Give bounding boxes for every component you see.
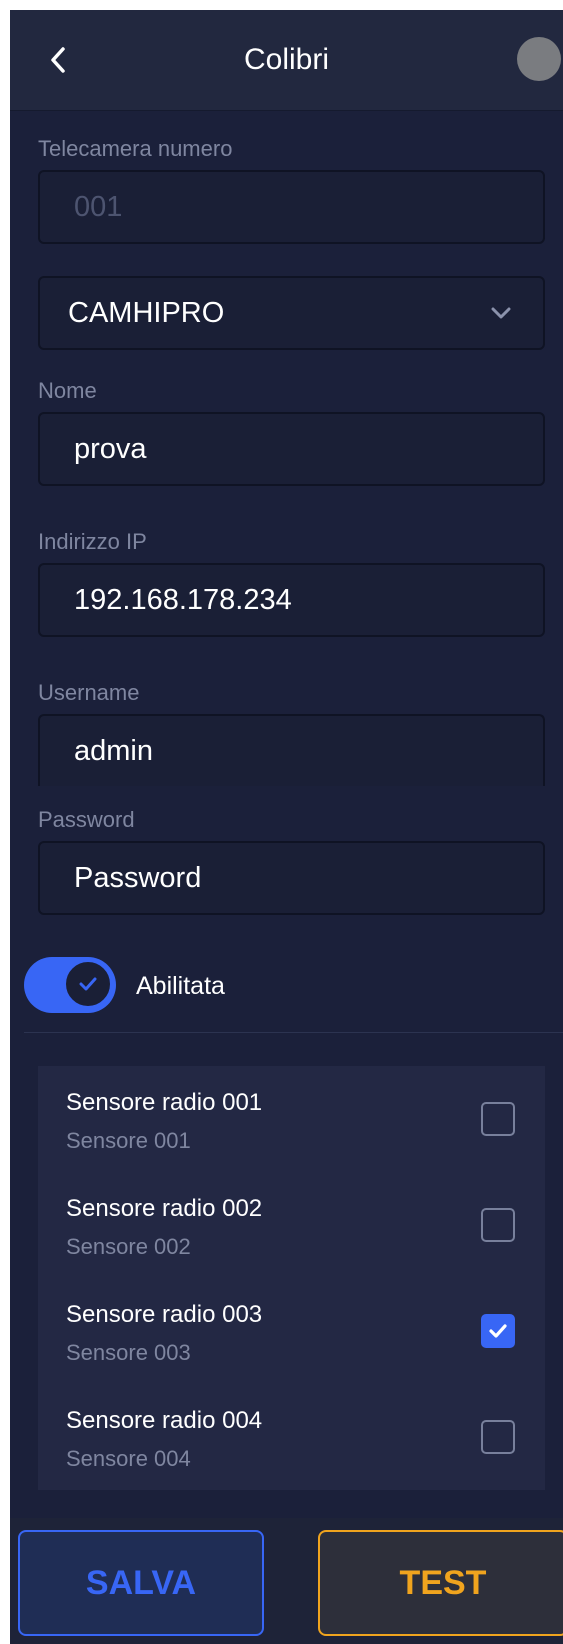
sensor-checkbox[interactable] xyxy=(481,1102,515,1136)
sensor-subtitle: Sensore 003 xyxy=(66,1340,191,1365)
page-title: Colibri xyxy=(243,43,330,76)
username-field[interactable]: admin xyxy=(38,714,545,786)
sensor-item[interactable]: Sensore radio 004 Sensore 004 xyxy=(38,1384,545,1490)
sensor-name: Sensore radio 002 xyxy=(66,1195,263,1222)
avatar[interactable] xyxy=(517,37,561,81)
check-icon xyxy=(489,1324,507,1338)
name-field[interactable]: prova xyxy=(38,412,545,486)
sensor-checkbox[interactable] xyxy=(481,1420,515,1454)
toggle-knob xyxy=(64,960,112,1008)
ip-field[interactable]: 192.168.178.234 xyxy=(38,563,545,637)
sensor-item[interactable]: Sensore radio 002 Sensore 002 xyxy=(38,1172,545,1278)
sensor-checkbox[interactable] xyxy=(481,1314,515,1348)
password-label: Password xyxy=(38,807,135,832)
username-label: Username xyxy=(38,680,140,705)
test-button[interactable]: TEST xyxy=(318,1530,563,1636)
enabled-label: Abilitata xyxy=(136,972,225,1000)
password-field[interactable]: Password xyxy=(38,841,545,915)
sensor-name: Sensore radio 003 xyxy=(66,1301,263,1328)
sensor-subtitle: Sensore 001 xyxy=(66,1128,191,1153)
divider xyxy=(24,1032,563,1033)
sensor-checkbox[interactable] xyxy=(481,1208,515,1242)
camera-model-select[interactable]: CAMHIPRO xyxy=(38,276,545,350)
ip-label: Indirizzo IP xyxy=(38,529,147,554)
sensor-item[interactable]: Sensore radio 001 Sensore 001 xyxy=(38,1066,545,1172)
app-screen: Colibri Telecamera numero 001 CAMHIPRO N… xyxy=(10,10,563,1644)
sensor-item[interactable]: Sensore radio 003 Sensore 003 xyxy=(38,1278,545,1384)
name-label: Nome xyxy=(38,378,97,403)
camera-number-field: 001 xyxy=(38,170,545,244)
camera-number-label: Telecamera numero xyxy=(38,136,233,161)
sensor-list: Sensore radio 001 Sensore 001 Sensore ra… xyxy=(38,1066,545,1490)
sensor-subtitle: Sensore 004 xyxy=(66,1446,191,1471)
sensor-subtitle: Sensore 002 xyxy=(66,1234,191,1259)
top-bar: Colibri xyxy=(10,10,563,111)
sensor-name: Sensore radio 001 xyxy=(66,1089,263,1116)
save-button[interactable]: SALVA xyxy=(18,1530,264,1636)
check-icon xyxy=(79,977,97,991)
chevron-down-icon xyxy=(491,307,511,319)
camera-model-value: CAMHIPRO xyxy=(68,296,225,329)
enabled-toggle[interactable] xyxy=(24,957,116,1013)
sensor-name: Sensore radio 004 xyxy=(66,1407,263,1434)
